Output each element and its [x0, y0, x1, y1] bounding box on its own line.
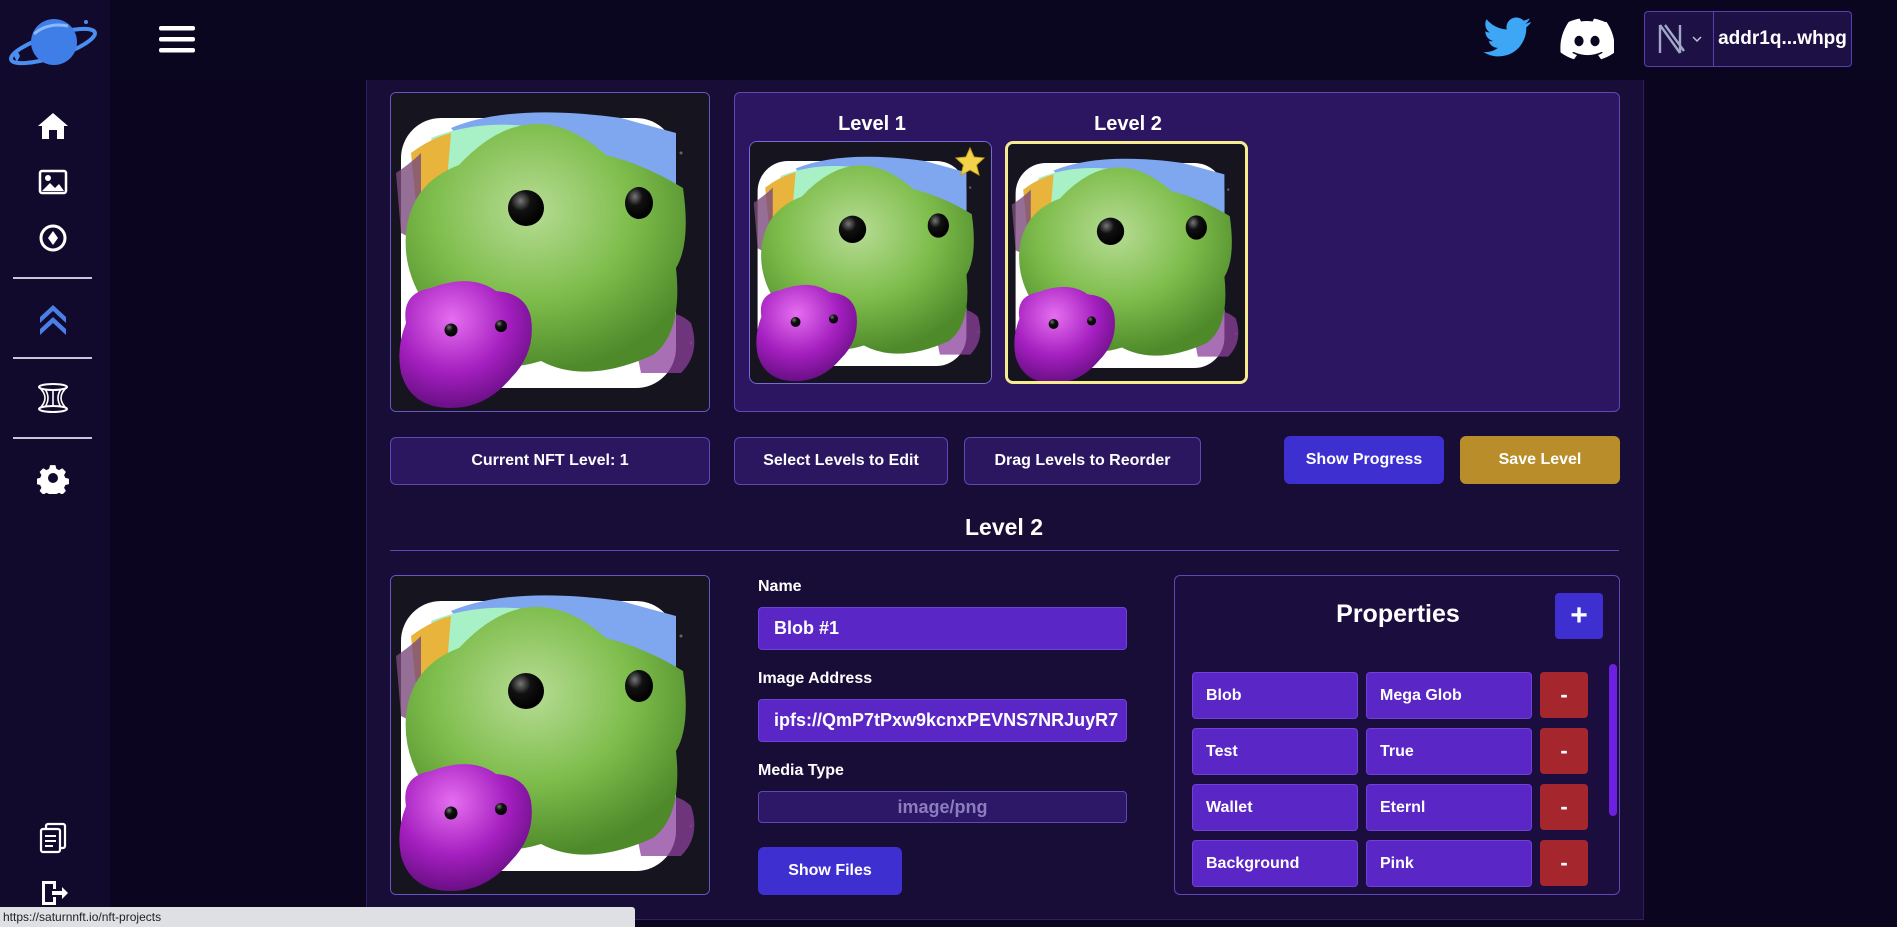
discord-icon[interactable] — [1560, 16, 1615, 62]
compass-icon[interactable] — [33, 218, 73, 258]
remove-property-button[interactable]: - — [1540, 840, 1588, 886]
show-files-button[interactable]: Show Files — [758, 847, 902, 895]
image-address-input[interactable]: ipfs://QmP7tPxw9kcnxPEVNS7NRJuyR7 — [758, 699, 1127, 742]
nft-preview-image — [390, 92, 710, 412]
property-value-input[interactable]: Pink — [1366, 840, 1532, 887]
status-bar-url: https://saturnnft.io/nft-projects — [0, 907, 635, 927]
documents-icon[interactable] — [33, 818, 73, 858]
chevron-down-icon — [1692, 36, 1702, 43]
properties-title: Properties — [1336, 600, 1460, 628]
property-key-input[interactable]: Wallet — [1192, 784, 1358, 831]
levels-panel: Level 1 Level 2 — [734, 92, 1620, 412]
level-up-icon[interactable] — [33, 298, 73, 338]
current-nft-level-button[interactable]: Current NFT Level: 1 — [390, 437, 710, 485]
top-bar — [110, 0, 1897, 80]
properties-panel: Properties + Blob Mega Glob - Test True … — [1174, 575, 1620, 895]
eternl-wallet-icon — [1658, 24, 1685, 54]
sidebar-divider — [13, 357, 92, 359]
wallet-provider-selector[interactable] — [1645, 12, 1714, 66]
add-property-button[interactable]: + — [1555, 593, 1603, 639]
select-levels-button[interactable]: Select Levels to Edit — [734, 437, 948, 485]
current-level-star-icon — [954, 146, 986, 176]
level-thumbnail[interactable] — [749, 141, 992, 384]
level-editor-title: Level 2 — [965, 514, 1043, 540]
property-key-input[interactable]: Test — [1192, 728, 1358, 775]
name-input[interactable]: Blob #1 — [758, 607, 1127, 650]
hamburger-menu-icon[interactable] — [157, 22, 197, 56]
level-title: Level 2 — [1094, 113, 1162, 135]
remove-property-button[interactable]: - — [1540, 672, 1588, 718]
remove-property-button[interactable]: - — [1540, 728, 1588, 774]
save-level-button[interactable]: Save Level — [1460, 436, 1620, 484]
wormhole-icon[interactable] — [33, 378, 73, 418]
drag-levels-button[interactable]: Drag Levels to Reorder — [964, 437, 1201, 485]
remove-property-button[interactable]: - — [1540, 784, 1588, 830]
media-type-input: image/png — [758, 791, 1127, 823]
image-gallery-icon[interactable] — [33, 162, 73, 202]
wallet-address[interactable]: addr1q...whpg — [1714, 12, 1851, 66]
property-key-input[interactable]: Blob — [1192, 672, 1358, 719]
twitter-icon[interactable] — [1483, 15, 1533, 61]
level-image-preview — [390, 575, 710, 895]
level-thumbnail-selected[interactable] — [1005, 141, 1248, 384]
sidebar-divider — [13, 437, 92, 439]
home-icon[interactable] — [33, 106, 73, 146]
saturn-logo[interactable] — [6, 12, 100, 72]
properties-scrollbar[interactable] — [1609, 664, 1617, 816]
name-label: Name — [758, 578, 802, 595]
sidebar — [0, 0, 110, 927]
property-value-input[interactable]: Eternl — [1366, 784, 1532, 831]
image-address-label: Image Address — [758, 670, 873, 687]
property-key-input[interactable]: Background — [1192, 840, 1358, 887]
property-value-input[interactable]: Mega Glob — [1366, 672, 1532, 719]
settings-gear-icon[interactable] — [33, 458, 73, 498]
show-progress-button[interactable]: Show Progress — [1284, 436, 1444, 484]
sidebar-divider — [13, 277, 92, 279]
section-divider — [390, 550, 1619, 551]
level-title: Level 1 — [838, 113, 906, 135]
media-type-label: Media Type — [758, 762, 844, 779]
wallet-connect-button[interactable]: addr1q...whpg — [1644, 11, 1852, 67]
property-value-input[interactable]: True — [1366, 728, 1532, 775]
